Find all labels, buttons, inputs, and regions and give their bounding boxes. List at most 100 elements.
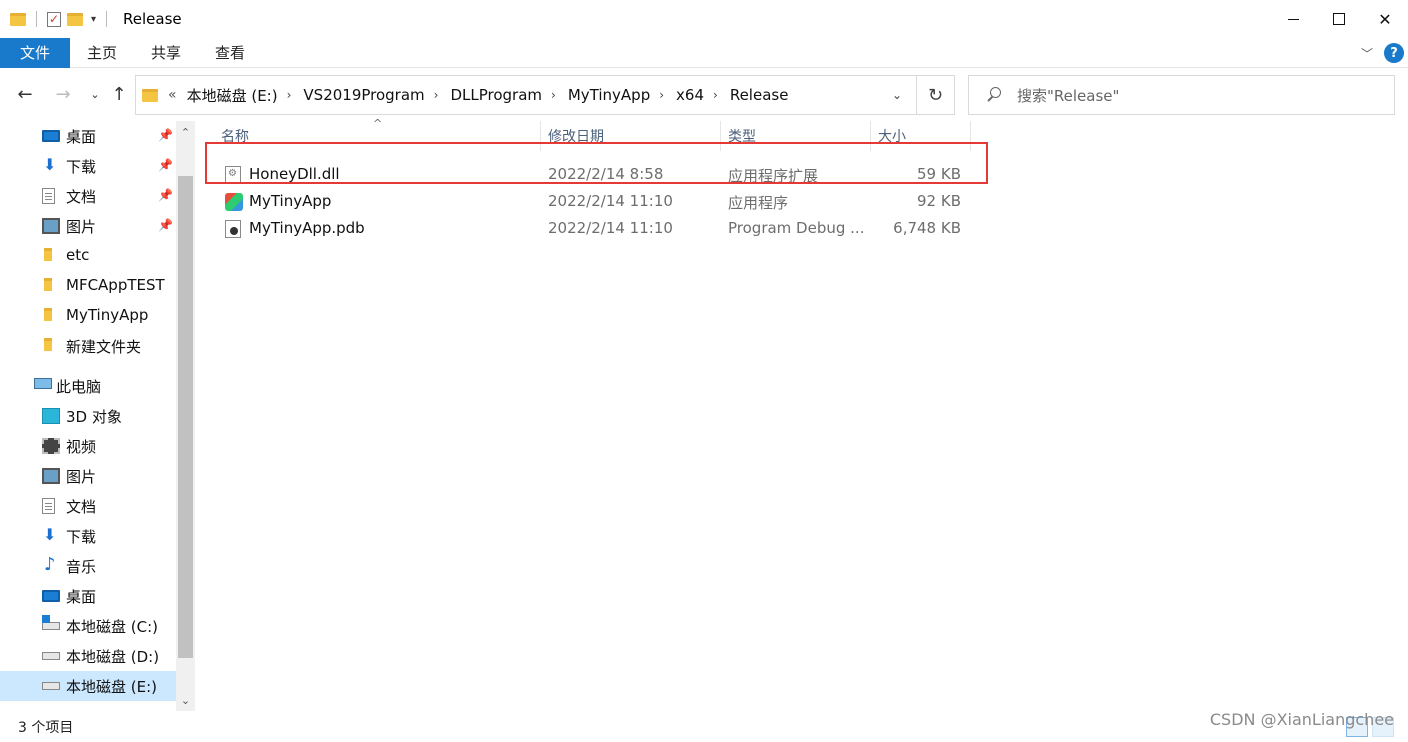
- nav-item-label: 新建文件夹: [66, 338, 142, 356]
- address-bar[interactable]: « 本地磁盘 (E:) › VS2019Program › DLLProgram…: [135, 75, 955, 115]
- computer-icon: [34, 378, 52, 389]
- pin-icon: 📌: [158, 158, 173, 172]
- chevron-right-icon[interactable]: ›: [713, 88, 718, 102]
- breadcrumb: « 本地磁盘 (E:) › VS2019Program › DLLProgram…: [168, 85, 797, 106]
- nav-item-label: 文档: [66, 188, 97, 206]
- recent-locations-chevron-icon[interactable]: ⌄: [84, 82, 106, 106]
- expand-ribbon-chevron-icon[interactable]: ﹀: [1358, 44, 1376, 62]
- nav-item-3d-objects[interactable]: 3D 对象: [0, 401, 176, 431]
- nav-item-label: 图片: [66, 218, 97, 236]
- breadcrumb-overflow[interactable]: «: [168, 87, 177, 103]
- system-drive-icon: [42, 615, 60, 630]
- pictures-icon: [42, 468, 60, 484]
- document-icon: [42, 498, 55, 514]
- properties-icon[interactable]: ✓: [47, 11, 61, 27]
- search-box[interactable]: 搜索"Release": [968, 75, 1395, 115]
- nav-scrollbar[interactable]: ⌃ ⌄: [176, 121, 195, 711]
- maximize-button[interactable]: [1316, 0, 1362, 38]
- desktop-icon: [42, 590, 60, 602]
- new-folder-icon[interactable]: [67, 12, 83, 26]
- search-icon: [985, 86, 1003, 104]
- nav-item-pictures-pc[interactable]: 图片: [0, 461, 176, 491]
- refresh-icon[interactable]: ↻: [916, 76, 954, 114]
- watermark: CSDN @XianLiangchee: [1209, 710, 1394, 729]
- nav-item-desktop-pc[interactable]: 桌面: [0, 581, 176, 611]
- chevron-right-icon[interactable]: ›: [434, 88, 439, 102]
- nav-item-desktop[interactable]: 桌面 📌: [0, 121, 176, 151]
- nav-item-music[interactable]: 音乐: [0, 551, 176, 581]
- nav-item-videos[interactable]: 视频: [0, 431, 176, 461]
- drive-icon: [42, 682, 60, 690]
- desktop-icon: [42, 130, 60, 142]
- nav-item-mfcapptest[interactable]: MFCAppTEST: [0, 271, 176, 301]
- breadcrumb-item[interactable]: 本地磁盘 (E:): [187, 85, 278, 106]
- exe-file-icon: [225, 193, 243, 211]
- pin-icon: 📌: [158, 128, 173, 142]
- nav-item-label: MFCAppTEST: [66, 276, 165, 294]
- forward-arrow-icon[interactable]: →: [52, 82, 74, 106]
- nav-item-label: 本地磁盘 (E:): [66, 678, 158, 696]
- nav-item-new-folder[interactable]: 新建文件夹: [0, 331, 176, 361]
- nav-item-this-pc[interactable]: 此电脑: [0, 371, 176, 401]
- nav-item-label: 3D 对象: [66, 408, 122, 426]
- chevron-right-icon[interactable]: ›: [287, 88, 292, 102]
- tab-file[interactable]: 文件: [0, 37, 70, 68]
- breadcrumb-item[interactable]: MyTinyApp: [568, 86, 650, 104]
- nav-item-label: 本地磁盘 (D:): [66, 648, 160, 666]
- tab-share[interactable]: 共享: [134, 38, 198, 68]
- tab-view[interactable]: 查看: [198, 38, 262, 68]
- minimize-button[interactable]: [1270, 0, 1316, 38]
- nav-item-downloads[interactable]: 下载 📌: [0, 151, 176, 181]
- breadcrumb-item[interactable]: DLLProgram: [450, 86, 542, 104]
- drive-icon: [42, 652, 60, 660]
- folder-icon: [10, 12, 26, 26]
- nav-item-mytinyapp[interactable]: MyTinyApp: [0, 301, 176, 331]
- back-arrow-icon[interactable]: ←: [14, 82, 36, 106]
- file-size: 92 KB: [917, 192, 961, 210]
- scrollbar-thumb[interactable]: [178, 176, 193, 658]
- pictures-icon: [42, 218, 60, 234]
- folder-icon: [44, 278, 52, 291]
- pdb-file-icon: [225, 220, 241, 238]
- nav-item-drive-c[interactable]: 本地磁盘 (C:): [0, 611, 176, 641]
- close-button[interactable]: ✕: [1362, 0, 1408, 38]
- nav-item-pictures[interactable]: 图片 📌: [0, 211, 176, 241]
- ribbon-right-controls: ﹀ ?: [1358, 43, 1404, 63]
- nav-item-label: 视频: [66, 438, 97, 456]
- pin-icon: 📌: [158, 218, 173, 232]
- file-date: 2022/2/14 11:10: [548, 219, 673, 237]
- file-row[interactable]: MyTinyApp 2022/2/14 11:10 应用程序 92 KB: [205, 188, 985, 215]
- up-arrow-icon[interactable]: ↑: [108, 82, 130, 106]
- nav-item-label: 音乐: [66, 558, 97, 576]
- nav-item-drive-d[interactable]: 本地磁盘 (D:): [0, 641, 176, 671]
- nav-item-downloads-pc[interactable]: 下载: [0, 521, 176, 551]
- nav-item-drive-e[interactable]: 本地磁盘 (E:): [0, 671, 176, 701]
- nav-item-label: 此电脑: [56, 378, 102, 396]
- chevron-right-icon[interactable]: ›: [551, 88, 556, 102]
- item-count: 3 个项目: [18, 719, 74, 736]
- address-row: ← → ⌄ ↑ « 本地磁盘 (E:) › VS2019Program › DL…: [0, 70, 1408, 118]
- annotation-highlight-box: [205, 142, 988, 184]
- scroll-up-icon[interactable]: ⌃: [176, 123, 195, 141]
- ribbon-tabs: 文件 主页 共享 查看 ﹀ ?: [0, 37, 1408, 68]
- nav-item-label: 下载: [66, 528, 97, 546]
- file-row[interactable]: MyTinyApp.pdb 2022/2/14 11:10 Program De…: [205, 215, 985, 242]
- tab-home[interactable]: 主页: [70, 38, 134, 68]
- customize-toolbar-dropdown-icon[interactable]: ▾: [91, 14, 96, 25]
- breadcrumb-item[interactable]: VS2019Program: [303, 86, 424, 104]
- navigation-pane: 桌面 📌 下载 📌 文档 📌 图片 📌 etc MFCAppTEST MyTin…: [0, 121, 196, 711]
- scroll-down-icon[interactable]: ⌄: [176, 691, 195, 709]
- nav-item-etc[interactable]: etc: [0, 241, 176, 271]
- nav-item-documents-pc[interactable]: 文档: [0, 491, 176, 521]
- search-input[interactable]: 搜索"Release": [1017, 85, 1119, 106]
- file-type: Program Debug ...: [728, 219, 865, 237]
- divider: [36, 11, 37, 27]
- address-history-dropdown-icon[interactable]: ⌄: [882, 76, 912, 114]
- breadcrumb-item[interactable]: x64: [676, 86, 704, 104]
- breadcrumb-item[interactable]: Release: [730, 86, 789, 104]
- nav-item-documents[interactable]: 文档 📌: [0, 181, 176, 211]
- chevron-right-icon[interactable]: ›: [659, 88, 664, 102]
- nav-item-label: 本地磁盘 (C:): [66, 618, 158, 636]
- folder-icon: [44, 338, 52, 351]
- help-button[interactable]: ?: [1384, 43, 1404, 63]
